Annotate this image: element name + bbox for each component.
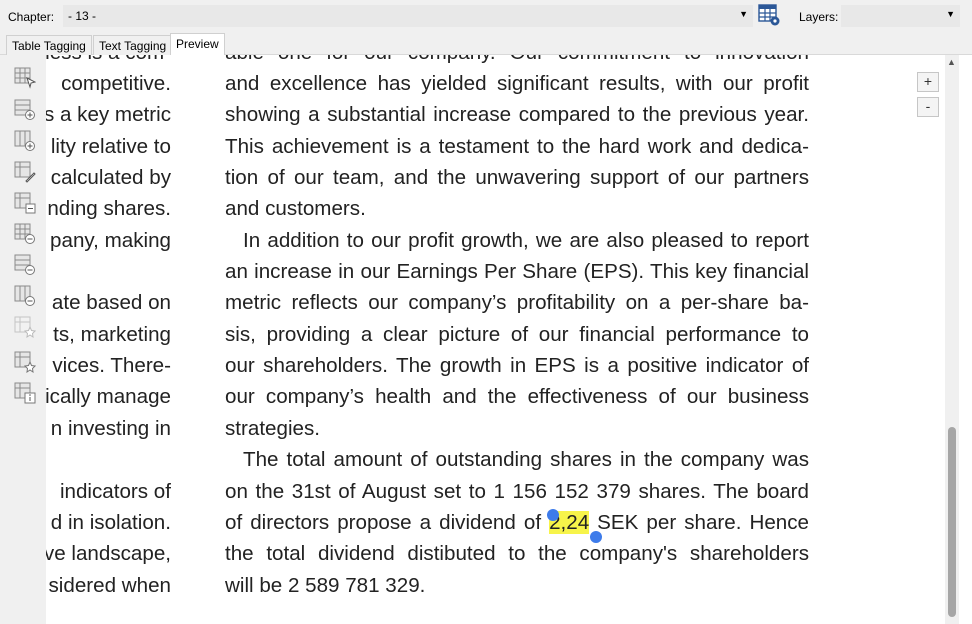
top-toolbar: Chapter: - 13 - ▼ Layers: ▼ <box>0 0 972 33</box>
tool-strip <box>0 55 46 624</box>
layers-label: Layers: <box>799 10 839 24</box>
preview-pane: ness is a com- competitive. s a key metr… <box>0 55 945 624</box>
left-column-line: nding shares. <box>47 197 171 220</box>
tab-bar: Table Tagging Text Tagging Preview <box>0 33 972 55</box>
paragraph-line: our company’s health and the effectivene… <box>225 385 809 408</box>
paragraph-line: strategies. <box>225 417 321 440</box>
left-column-line: vices. There- <box>52 354 171 377</box>
insert-column-tool[interactable] <box>14 130 36 152</box>
left-column-line: n investing in <box>50 417 171 440</box>
left-column-line: sidered when <box>48 574 172 597</box>
paragraph-line: on the 31st of August set to 1 156 152 3… <box>225 480 809 503</box>
table-info-icon <box>14 382 36 404</box>
table-cursor-icon <box>14 67 37 89</box>
left-column-line: indicators of <box>59 480 171 503</box>
table-properties-tool[interactable] <box>14 316 37 339</box>
left-column-line: ically manage <box>46 385 171 408</box>
selection-end-handle[interactable] <box>590 531 602 543</box>
left-column-line: ness is a com- <box>46 55 171 68</box>
chapter-value: - 13 - <box>68 9 97 23</box>
table-add-icon <box>14 223 35 244</box>
paragraph-line: will be 2 589 781 329. <box>225 574 426 597</box>
scrollbar-thumb[interactable] <box>948 427 956 617</box>
paragraph-line: In addition to our profit growth, we are… <box>243 229 809 252</box>
layers-dropdown[interactable]: ▼ <box>841 5 960 27</box>
table-delete-row-icon <box>14 254 35 275</box>
dividend-text-before: of directors propose a dividend of <box>225 511 550 534</box>
left-column-line: ve landscape, <box>46 542 171 565</box>
left-column-line: s a key metric <box>46 103 171 126</box>
paragraph-line: metric reflects our company’s profitabil… <box>225 291 809 314</box>
insert-row-tool[interactable] <box>14 99 36 121</box>
table-style-tool[interactable] <box>14 351 37 374</box>
dividend-line: of directors propose a dividend of 2,24 … <box>225 507 809 538</box>
table-edit-icon <box>14 161 36 183</box>
tab-text-tagging[interactable]: Text Tagging <box>93 35 173 55</box>
edit-table-tool[interactable] <box>14 161 36 183</box>
chapter-label: Chapter: <box>8 10 55 24</box>
scroll-up-icon[interactable]: ▲ <box>947 57 956 67</box>
selection-start-handle[interactable] <box>547 509 559 521</box>
paragraph-line: the total dividend distibuted to the com… <box>225 542 809 565</box>
chapter-dropdown[interactable]: - 13 - ▼ <box>63 5 753 27</box>
table-star-disabled-icon <box>14 316 37 339</box>
dividend-text-after: SEK per share. Hence <box>589 511 809 534</box>
left-column-line: ate based on <box>51 291 171 314</box>
left-column-line: ts, marketing <box>53 323 171 346</box>
table-delete-column-icon <box>14 285 35 306</box>
merge-cells-tool[interactable] <box>14 192 36 214</box>
paragraph-line: our shareholders. The growth in EPS is a… <box>225 354 809 377</box>
delete-column-tool[interactable] <box>14 285 36 307</box>
chevron-down-icon: ▼ <box>946 9 955 19</box>
table-insert-column-icon <box>14 130 35 151</box>
paragraph-line: an increase in our Earnings Per Share (E… <box>225 260 809 283</box>
left-column-line: lity relative to <box>50 135 171 158</box>
paragraph-line: able one for our company. Our commitment… <box>225 55 809 68</box>
delete-row-tool[interactable] <box>14 254 36 276</box>
tab-table-tagging[interactable]: Table Tagging <box>6 35 92 55</box>
zoom-out-button[interactable]: - <box>917 97 939 117</box>
paragraph-line: This achievement is a testament to the h… <box>225 135 809 158</box>
table-star-icon <box>14 351 37 374</box>
left-column-line: competitive. <box>61 72 171 95</box>
table-info-tool[interactable] <box>14 382 36 404</box>
left-column-line: pany, making <box>50 229 171 252</box>
table-merge-icon <box>14 192 36 214</box>
left-column-text: ness is a com- competitive. s a key metr… <box>46 55 176 624</box>
table-settings-icon <box>758 4 780 26</box>
paragraph-line: and customers. <box>225 197 366 220</box>
table-insert-row-icon <box>14 99 35 120</box>
paragraph-line: and excellence has yielded significant r… <box>225 72 809 95</box>
zoom-in-button[interactable]: + <box>917 72 939 92</box>
table-select-tool[interactable] <box>14 67 37 89</box>
paragraph-line: The total amount of outstanding shares i… <box>243 448 809 471</box>
left-column-line: d in isolation. <box>50 511 171 534</box>
paragraph-line: showing a substantial increase compared … <box>225 103 809 126</box>
paragraph-line: tion of our team, and the unwavering sup… <box>225 166 809 189</box>
vertical-scrollbar[interactable]: ▲ <box>945 55 959 624</box>
tab-preview[interactable]: Preview <box>170 33 225 55</box>
paragraph-line: sis, providing a clear picture of our fi… <box>225 323 809 346</box>
table-settings-button[interactable] <box>757 3 781 27</box>
left-column-line: calculated by <box>50 166 171 189</box>
chevron-down-icon: ▼ <box>739 9 748 19</box>
add-cell-tool[interactable] <box>14 223 36 245</box>
